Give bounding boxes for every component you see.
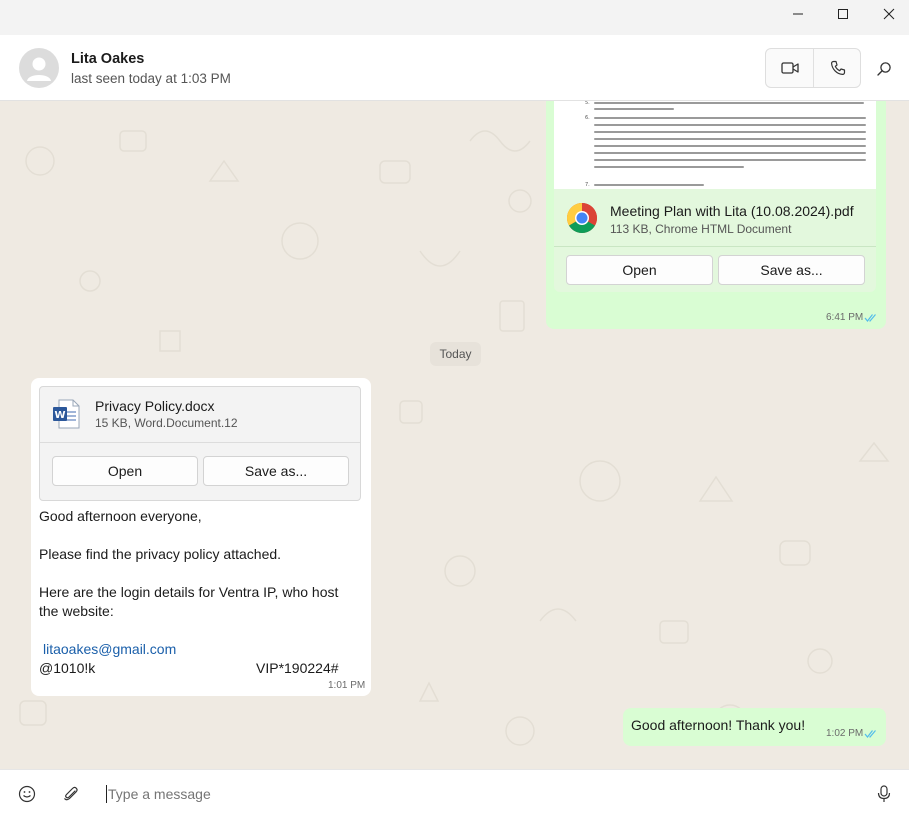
file-card-divider [554, 246, 876, 247]
pdf-preview-line [594, 166, 744, 168]
microphone-icon [877, 785, 891, 802]
docx-file-meta: 15 KB, Word.Document.12 [95, 416, 238, 430]
video-camera-icon [780, 62, 799, 74]
credential-text: VIP*190224# [256, 660, 339, 676]
pdf-list-number: 7. [585, 182, 590, 188]
window-title-bar [0, 0, 909, 35]
credential-text: @1010!k [39, 660, 96, 676]
pdf-list-number: 6. [585, 115, 590, 121]
read-receipt-icon [864, 730, 876, 738]
pdf-preview-line [594, 131, 866, 133]
pdf-file-card: Meeting Plan with Lita (10.08.2024).pdf … [554, 189, 876, 292]
message-timestamp: 6:41 PM [826, 312, 864, 323]
paperclip-icon [64, 786, 78, 801]
chat-area[interactable]: 5. 6. 7. Meeting Plan with Lita (10.08.2… [0, 101, 909, 769]
message-text: Good afternoon! Thank you! [631, 717, 806, 733]
pdf-list-number: 5. [585, 101, 590, 106]
message-timestamp: 1:01 PM [328, 680, 366, 691]
pdf-preview-line [594, 159, 866, 161]
message-input[interactable] [106, 783, 846, 805]
contact-last-seen: last seen today at 1:03 PM [71, 71, 231, 86]
pdf-preview-line [594, 108, 674, 110]
pdf-open-button[interactable]: Open [566, 255, 713, 285]
voice-call-button[interactable] [814, 49, 861, 87]
svg-text:W: W [54, 410, 65, 421]
chat-header: Lita Oakes last seen today at 1:03 PM [0, 35, 909, 101]
message-text-greeting: Good afternoon everyone, [39, 508, 202, 524]
pdf-preview-line [594, 138, 866, 140]
pdf-preview-line [594, 102, 864, 104]
voice-message-button[interactable] [873, 783, 895, 805]
docx-save-as-button[interactable]: Save as... [203, 456, 349, 486]
call-button-group [765, 48, 861, 88]
email-link[interactable]: litaoakes@gmail.com [43, 640, 176, 659]
docx-file-card: W Privacy Policy.docx 15 KB, Word.Docume… [39, 386, 361, 501]
person-avatar-icon [27, 57, 51, 81]
message-text-line: Here are the login details for Ventra IP… [39, 584, 339, 600]
pdf-preview-line [594, 152, 866, 154]
phone-icon [830, 60, 845, 76]
minimize-button[interactable] [775, 0, 821, 28]
pdf-preview-line [594, 124, 866, 126]
pdf-preview-line [594, 184, 704, 186]
maximize-button[interactable] [820, 0, 866, 28]
docx-file-name[interactable]: Privacy Policy.docx [95, 398, 215, 414]
contact-name[interactable]: Lita Oakes [71, 51, 144, 67]
contact-avatar[interactable] [19, 48, 59, 88]
emoji-button[interactable] [16, 783, 38, 805]
search-button[interactable] [872, 57, 896, 81]
read-receipt-icon [864, 314, 876, 322]
pdf-preview[interactable]: 5. 6. 7. [554, 101, 876, 189]
pdf-preview-line [594, 145, 866, 147]
maximize-icon [838, 9, 848, 19]
attach-button[interactable] [60, 783, 82, 805]
outgoing-text-message[interactable]: Good afternoon! Thank you! 1:02 PM [623, 708, 886, 746]
video-call-button[interactable] [766, 49, 813, 87]
emoji-icon [18, 785, 36, 803]
incoming-file-message[interactable]: W Privacy Policy.docx 15 KB, Word.Docume… [31, 378, 371, 696]
message-text-line: Please find the privacy policy attached. [39, 546, 282, 562]
message-composer [0, 769, 909, 817]
search-icon [877, 62, 891, 76]
close-icon [883, 8, 895, 20]
message-text-line: the website: [39, 603, 114, 619]
word-document-icon: W [53, 399, 80, 429]
pdf-preview-line [594, 117, 866, 119]
docx-open-button[interactable]: Open [52, 456, 198, 486]
pdf-file-meta: 113 KB, Chrome HTML Document [610, 222, 792, 236]
pdf-file-name[interactable]: Meeting Plan with Lita (10.08.2024).pdf [610, 203, 854, 219]
chrome-icon [566, 203, 598, 234]
message-timestamp: 1:02 PM [826, 728, 864, 739]
file-card-divider [40, 442, 360, 443]
date-separator-chip: Today [430, 342, 481, 366]
outgoing-file-message[interactable]: 5. 6. 7. Meeting Plan with Lita (10.08.2… [546, 101, 886, 329]
pdf-save-as-button[interactable]: Save as... [718, 255, 865, 285]
close-button[interactable] [866, 0, 909, 28]
minimize-icon [793, 13, 803, 15]
